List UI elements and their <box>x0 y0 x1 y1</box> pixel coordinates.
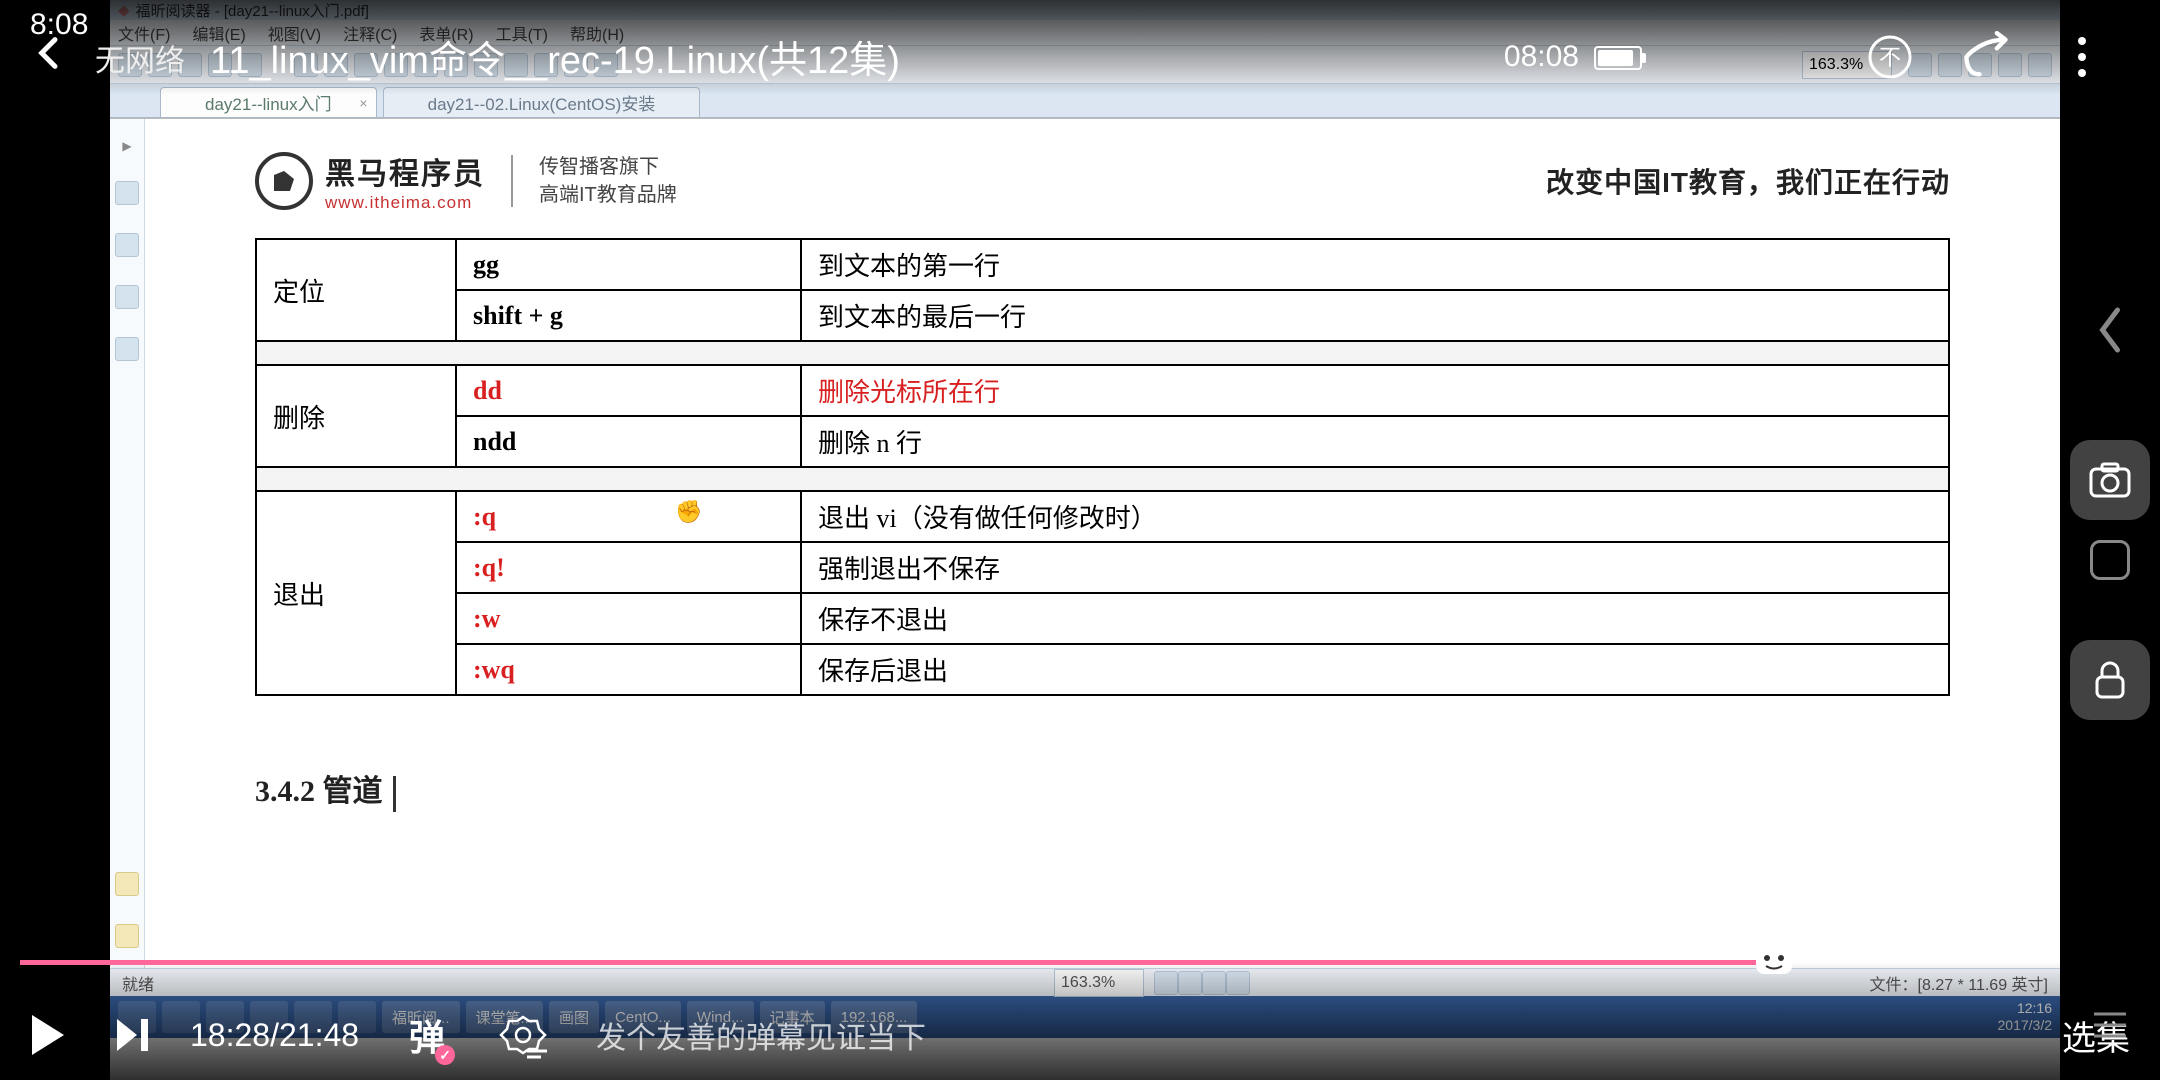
table-command: :q! <box>456 542 801 593</box>
page-header: 黑马程序员 www.itheima.com 传智播客旗下 高端IT教育品牌 改变… <box>255 149 1950 213</box>
table-command: :q <box>456 491 801 542</box>
slogan: 改变中国IT教育，我们正在行动 <box>1546 161 1950 201</box>
text-caret <box>393 776 396 812</box>
side-icon[interactable] <box>115 181 139 205</box>
table-command: gg <box>456 239 801 290</box>
progress-fill <box>20 960 1774 965</box>
pdf-page: 黑马程序员 www.itheima.com 传智播客旗下 高端IT教育品牌 改变… <box>145 119 2060 968</box>
progress-track[interactable] <box>20 960 2060 965</box>
hand-cursor-icon: ✊ <box>675 499 702 525</box>
logo-sub2: 高端IT教育品牌 <box>539 181 677 209</box>
close-icon[interactable]: × <box>359 95 367 111</box>
table-command: shift + g <box>456 290 801 341</box>
side-chevron-icon[interactable] <box>2080 300 2140 360</box>
menu-icon[interactable] <box>2090 1010 2130 1040</box>
table-group-label: 删除 <box>256 365 456 467</box>
logo-sub1: 传智播客旗下 <box>539 153 677 181</box>
table-separator <box>256 341 1949 365</box>
table-description: 保存后退出 <box>801 644 1949 695</box>
danmu-toggle[interactable]: 弹 ✓ <box>409 1009 445 1061</box>
side-toolbar: ▶ <box>110 119 145 968</box>
table-description: 删除光标所在行 <box>801 365 1949 416</box>
document-area: ▶ 黑马程序员 www.itheima.com <box>110 118 2060 968</box>
table-description: 强制退出不保存 <box>801 542 1949 593</box>
vim-commands-table: 定位gg到文本的第一行shift + g到文本的最后一行删除dd删除光标所在行n… <box>255 238 1950 696</box>
time-total: 21:48 <box>279 1017 359 1053</box>
side-icon[interactable] <box>115 924 139 948</box>
logo-icon <box>255 152 313 210</box>
table-description: 到文本的最后一行 <box>801 290 1949 341</box>
right-side-panel <box>2060 0 2160 1080</box>
playback-time: 18:28/21:48 <box>190 1017 359 1054</box>
table-command: :wq <box>456 644 801 695</box>
side-icon[interactable] <box>115 337 139 361</box>
divider <box>511 155 513 207</box>
phone-status-bar: 8:08 <box>0 0 2160 50</box>
side-icon[interactable] <box>115 872 139 896</box>
logo-url: www.itheima.com <box>325 193 485 213</box>
table-command: ndd <box>456 416 801 467</box>
progress-thumb-icon[interactable] <box>1752 938 1796 982</box>
logo-block: 黑马程序员 www.itheima.com 传智播客旗下 高端IT教育品牌 <box>255 149 677 213</box>
next-button[interactable] <box>105 1008 160 1063</box>
danmu-input[interactable]: 发个友善的弹幕见证当下 <box>580 1005 1100 1065</box>
table-group-label: 定位 <box>256 239 456 341</box>
controls-row: 18:28/21:48 弹 ✓ 发个友善的弹幕见证当下 选集 <box>20 1005 2130 1065</box>
table-description: 保存不退出 <box>801 593 1949 644</box>
side-icon[interactable] <box>115 233 139 257</box>
player-bottom-bar: 18:28/21:48 弹 ✓ 发个友善的弹幕见证当下 选集 <box>0 960 2160 1080</box>
table-group-label: 退出 <box>256 491 456 695</box>
section-text: 3.4.2 管道 <box>255 775 383 808</box>
lock-button[interactable] <box>2070 640 2150 720</box>
danmu-settings-button[interactable] <box>495 1008 550 1063</box>
table-command: dd <box>456 365 801 416</box>
check-icon: ✓ <box>435 1045 455 1065</box>
play-button[interactable] <box>20 1008 75 1063</box>
table-command: :w <box>456 593 801 644</box>
phone-time: 8:08 <box>30 8 88 42</box>
screenshot-button[interactable] <box>2070 440 2150 520</box>
table-description: 到文本的第一行 <box>801 239 1949 290</box>
logo-title: 黑马程序员 <box>325 149 485 193</box>
video-content[interactable]: ◆ 福昕阅读器 - [day21--linux入门.pdf] 文件(F) 编辑(… <box>110 0 2060 1080</box>
side-icon[interactable] <box>115 285 139 309</box>
time-current: 18:28 <box>190 1017 270 1053</box>
table-description: 退出 vi（没有做任何修改时） <box>801 491 1949 542</box>
table-separator <box>256 467 1949 491</box>
recent-apps-icon[interactable] <box>2090 540 2130 580</box>
table-description: 删除 n 行 <box>801 416 1949 467</box>
section-heading: 3.4.2 管道 <box>255 766 1950 812</box>
